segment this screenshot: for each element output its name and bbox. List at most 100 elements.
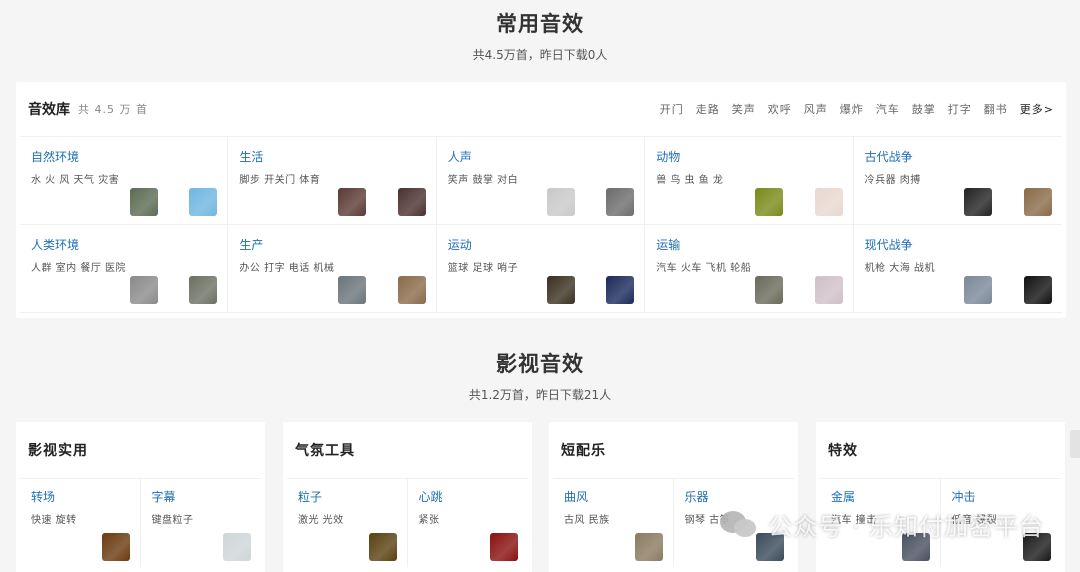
thumbnail-image[interactable] xyxy=(546,188,575,216)
tag-link[interactable]: 开门 xyxy=(660,101,684,117)
film-category-cards: 影视实用转场 快速 旋转 字幕 键盘粒子 气氛工具 粒子 激光 光效 心跳 紧张 短配乐曲风 古风 … xyxy=(16,422,1066,572)
watermark-text: 公众号 · 乐知付加密平台 xyxy=(768,513,1044,541)
category-keywords: 兽 鸟 虫 鱼 龙 xyxy=(656,175,724,186)
film-card: 短配乐 曲风 古风 民族 乐器 钢琴 古筝 xyxy=(549,422,798,572)
section-stats: 共4.5万首，昨日下载0人 xyxy=(472,48,608,62)
thumbnail-image[interactable] xyxy=(963,276,992,304)
tag-link[interactable]: 欢呼 xyxy=(768,101,792,117)
thumbnail-image[interactable] xyxy=(189,276,218,304)
category-link[interactable]: 现代战争 xyxy=(865,236,1062,253)
thumbnail-image[interactable] xyxy=(1023,276,1052,304)
category-cell: 生活脚步 开关门 体育 xyxy=(228,137,437,225)
subcategory-link[interactable]: 字幕 xyxy=(152,488,262,505)
category-link[interactable]: 运输 xyxy=(656,236,852,253)
subcategory-cell: 曲风 古风 民族 xyxy=(553,479,674,567)
thumbnail-row xyxy=(447,188,635,216)
thumbnail-image[interactable] xyxy=(634,533,663,561)
tag-link[interactable]: 爆炸 xyxy=(840,101,864,117)
category-link[interactable]: 人类环境 xyxy=(31,236,227,253)
subcategory-link[interactable]: 金属 xyxy=(831,488,940,505)
category-link[interactable]: 古代战争 xyxy=(865,148,1062,165)
subcategory-link[interactable]: 冲击 xyxy=(952,488,1062,505)
card-title: 短配乐 xyxy=(561,443,606,459)
tag-link[interactable]: 翻书 xyxy=(984,101,1008,117)
thumbnail-image[interactable] xyxy=(338,188,367,216)
card-title: 特效 xyxy=(828,443,858,459)
subcategory-cell: 粒子 激光 光效 xyxy=(287,479,408,567)
category-link[interactable]: 生活 xyxy=(239,148,435,165)
film-card: 气氛工具 粒子 激光 光效 心跳 紧张 xyxy=(283,422,532,572)
thumbnail-row xyxy=(655,276,843,304)
subcategory-cell: 转场 快速 旋转 xyxy=(20,479,141,567)
tag-link[interactable]: 笑声 xyxy=(732,101,756,117)
category-cell: 生产办公 打字 电话 机械 xyxy=(228,225,437,313)
thumbnail-image[interactable] xyxy=(1023,188,1052,216)
category-keywords: 水 火 风 天气 灾害 xyxy=(31,175,120,186)
category-link[interactable]: 运动 xyxy=(448,236,644,253)
thumbnail-row xyxy=(864,188,1052,216)
section-title: 常用音效 xyxy=(496,12,584,36)
watermark: 公众号 · 乐知付加密平台 xyxy=(720,507,1044,542)
category-keywords: 办公 打字 电话 机械 xyxy=(239,263,335,274)
tag-list: 开门 走路 笑声 欢呼 风声 爆炸 汽车 鼓掌 打字 翻书 更多> xyxy=(660,101,1054,117)
thumbnail-image[interactable] xyxy=(189,188,218,216)
common-sounds-header: 常用音效 共4.5万首，昨日下载0人 xyxy=(0,8,1080,63)
category-link[interactable]: 人声 xyxy=(448,148,644,165)
thumbnail-image[interactable] xyxy=(814,188,843,216)
category-link[interactable]: 动物 xyxy=(656,148,852,165)
thumbnail-image[interactable] xyxy=(101,533,130,561)
subcategory-cell: 字幕 键盘粒子 xyxy=(141,479,262,567)
thumbnail-image[interactable] xyxy=(755,276,784,304)
tag-link[interactable]: 风声 xyxy=(804,101,828,117)
category-cell: 动物兽 鸟 虫 鱼 龙 xyxy=(645,137,854,225)
thumbnail-image[interactable] xyxy=(546,276,575,304)
category-keywords: 人群 室内 餐厅 医院 xyxy=(31,263,127,274)
subcategory-link[interactable]: 转场 xyxy=(31,488,140,505)
library-count: 共 4.5 万 首 xyxy=(78,103,148,116)
thumbnail-image[interactable] xyxy=(397,188,426,216)
category-keywords: 脚步 开关门 体育 xyxy=(239,175,321,186)
card-grid: 粒子 激光 光效 心跳 紧张 xyxy=(287,478,528,567)
thumbnail-image[interactable] xyxy=(490,533,518,561)
side-scroll-handle[interactable] xyxy=(1070,430,1080,458)
subcategory-link[interactable]: 曲风 xyxy=(564,488,673,505)
thumbnail-image[interactable] xyxy=(814,276,843,304)
thumbnail-image[interactable] xyxy=(606,188,635,216)
category-keywords: 笑声 鼓掌 对白 xyxy=(447,175,519,186)
film-card: 特效 金属 汽车 撞击 冲击 低音 爆裂 xyxy=(816,422,1065,572)
thumbnail-image[interactable] xyxy=(368,533,397,561)
thumbnail-image[interactable] xyxy=(338,276,367,304)
category-link[interactable]: 自然环境 xyxy=(31,148,227,165)
tag-link[interactable]: 走路 xyxy=(696,101,720,117)
thumbnail-image[interactable] xyxy=(755,188,784,216)
subcategory-link[interactable]: 粒子 xyxy=(298,488,407,505)
thumbnail-row xyxy=(238,276,426,304)
subcategory-link[interactable]: 心跳 xyxy=(419,488,529,505)
tag-link[interactable]: 鼓掌 xyxy=(912,101,936,117)
film-sounds-header: 影视音效 共1.2万首，昨日下载21人 xyxy=(0,348,1080,403)
category-cell: 古代战争 冷兵器 肉搏 xyxy=(853,137,1062,225)
category-cell: 人声笑声 鼓掌 对白 xyxy=(436,137,646,225)
category-link[interactable]: 生产 xyxy=(239,236,435,253)
subcategory-cell: 心跳 紧张 xyxy=(408,479,529,567)
more-tags-link[interactable]: 更多> xyxy=(1020,101,1054,117)
category-cell: 自然环境水 火 风 天气 灾害 xyxy=(20,137,229,225)
thumbnail-image[interactable] xyxy=(397,276,426,304)
wechat-icon xyxy=(720,509,760,541)
thumbnail-row xyxy=(30,276,218,304)
thumbnail-image[interactable] xyxy=(963,188,992,216)
thumbnail-image[interactable] xyxy=(223,533,251,561)
category-cell: 运动 篮球 足球 哨子 xyxy=(436,225,646,313)
thumbnail-image[interactable] xyxy=(130,276,158,304)
film-card: 影视实用转场 快速 旋转 字幕 键盘粒子 xyxy=(16,422,265,572)
thumbnail-row xyxy=(238,188,426,216)
thumbnail-image[interactable] xyxy=(130,188,158,216)
card-title: 影视实用 xyxy=(28,443,88,459)
tag-link[interactable]: 打字 xyxy=(948,101,972,117)
tag-link[interactable]: 汽车 xyxy=(876,101,900,117)
card-grid: 转场 快速 旋转 字幕 键盘粒子 xyxy=(20,478,261,567)
sound-library-panel: 音效库 共 4.5 万 首 开门 走路 笑声 欢呼 风声 爆炸 汽车 鼓掌 打字 翻书 更多> 自然… xyxy=(16,82,1066,318)
thumbnail-image[interactable] xyxy=(606,276,635,304)
library-header: 音效库 共 4.5 万 首 开门 走路 笑声 欢呼 风声 爆炸 汽车 鼓掌 打字 翻书 更多> xyxy=(16,82,1066,136)
subcategory-link[interactable]: 乐器 xyxy=(685,488,795,505)
